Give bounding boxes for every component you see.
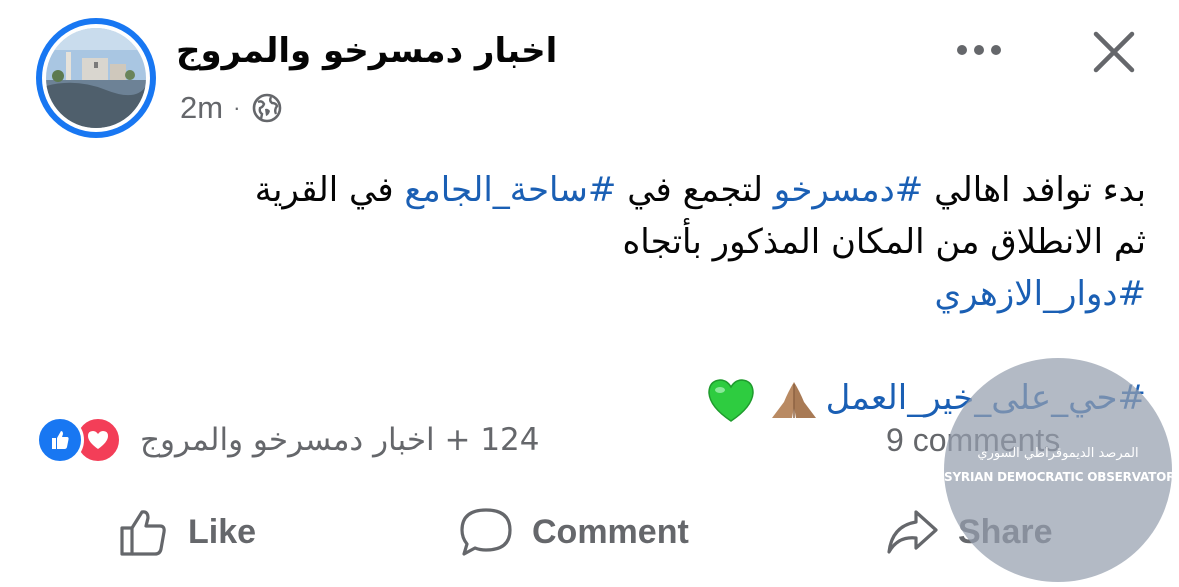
post-line-1: بدء توافد اهالي #دمسرخو لتجمع في #ساحة_ا…: [40, 164, 1146, 216]
reactions-summary[interactable]: 124 + اخبار دمسرخو والمروج: [36, 416, 540, 464]
post-text-segment: لتجمع في: [616, 170, 774, 210]
watermark-logo: المرصد الديموقراطي السوري SYRIAN DEMOCRA…: [944, 358, 1172, 582]
like-label: Like: [188, 512, 257, 551]
post-text-segment: ثم الانطلاق من المكان المذكور بأتجاه: [622, 222, 1146, 262]
watermark-arabic-text: المرصد الديموقراطي السوري: [977, 446, 1139, 461]
page-name[interactable]: اخبار دمسرخو والمروج: [176, 26, 616, 76]
watermark-english-text: SYRIAN DEMOCRATIC OBSERVATORY: [944, 470, 1172, 484]
post-line-2: ثم الانطلاق من المكان المذكور بأتجاه: [40, 216, 1146, 268]
folded-hands-emoji: [768, 378, 820, 422]
meta-separator: ·: [233, 95, 241, 120]
post-text-segment: في القرية: [254, 170, 405, 210]
reaction-count[interactable]: 124 + اخبار دمسرخو والمروج: [140, 422, 540, 458]
close-icon: [1093, 31, 1135, 73]
green-heart-emoji: [706, 377, 756, 423]
avatar[interactable]: [36, 18, 156, 138]
avatar-image: [46, 28, 146, 128]
post-text: بدء توافد اهالي #دمسرخو لتجمع في #ساحة_ا…: [40, 164, 1146, 424]
post-meta: 2m ·: [180, 86, 284, 130]
post-text-segment: بدء توافد اهالي: [923, 170, 1146, 210]
more-options-button[interactable]: [952, 30, 1006, 70]
comment-button[interactable]: Comment: [458, 500, 689, 564]
more-dots-icon: [957, 45, 1001, 55]
post-line-3: #دوار_الازهري: [40, 268, 1146, 320]
avatar-border: [42, 24, 150, 132]
comment-label: Comment: [532, 512, 689, 551]
hashtag-link[interactable]: #ساحة_الجامع: [404, 170, 616, 210]
like-button[interactable]: Like: [118, 500, 256, 564]
share-icon: [887, 510, 938, 554]
hashtag-link[interactable]: #دمسرخو: [774, 170, 924, 210]
globe-icon[interactable]: [250, 91, 284, 125]
close-button[interactable]: [1088, 26, 1140, 78]
hashtag-link[interactable]: #دوار_الازهري: [935, 274, 1146, 314]
post-time[interactable]: 2m: [180, 90, 223, 126]
like-reaction-icon: [36, 416, 84, 464]
comment-icon: [460, 508, 512, 556]
thumbs-up-icon: [120, 510, 166, 556]
